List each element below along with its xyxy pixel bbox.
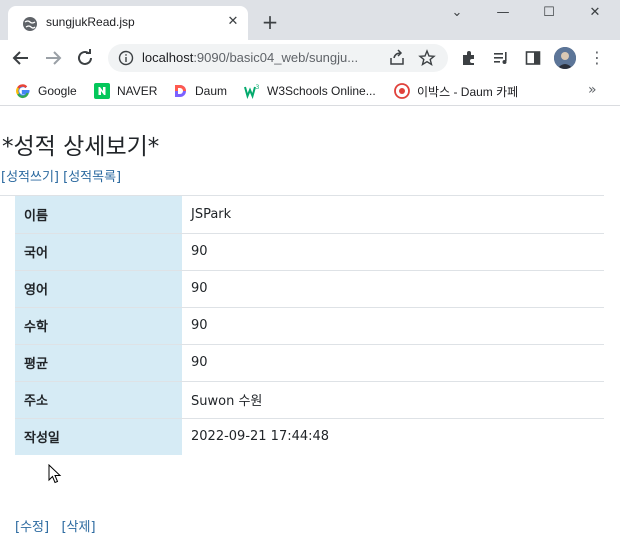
- browser-tab[interactable]: sungjukRead.jsp ✕: [8, 6, 248, 40]
- row-value-date: 2022-09-21 17:44:48: [191, 429, 330, 445]
- tab-search-icon[interactable]: ⌄: [434, 4, 480, 24]
- minimize-button[interactable]: —: [480, 4, 526, 24]
- bookmark-label: Daum: [195, 84, 228, 98]
- tab-title: sungjukRead.jsp: [46, 15, 135, 29]
- page-title: *성적 상세보기*: [2, 134, 160, 160]
- google-icon: [16, 84, 30, 99]
- mouse-cursor-icon: [48, 464, 62, 484]
- new-tab-button[interactable]: +: [260, 12, 280, 32]
- menu-icon[interactable]: ⋮: [588, 47, 606, 69]
- back-button[interactable]: [10, 47, 32, 69]
- star-icon[interactable]: [418, 49, 436, 67]
- w3schools-icon: 3: [244, 84, 260, 99]
- row-label-name: 이름: [15, 196, 182, 234]
- more-bookmarks-icon[interactable]: »: [588, 82, 597, 98]
- globe-icon: [23, 17, 37, 31]
- profile-avatar[interactable]: [554, 47, 576, 69]
- bookmark-google[interactable]: Google: [15, 82, 77, 100]
- bottom-links: [수정] [삭제]: [15, 516, 96, 535]
- bookmark-label: 이박스 - Daum 카페: [417, 84, 519, 99]
- daum-icon: [175, 85, 186, 97]
- table-row: 평균 90: [15, 344, 604, 382]
- tab-strip: sungjukRead.jsp ✕ + ⌄ — ☐ ✕: [0, 0, 620, 40]
- table-row: 작성일 2022-09-21 17:44:48: [15, 418, 604, 455]
- table-row: 주소 Suwon 수원: [15, 381, 604, 419]
- edit-link[interactable]: [수정]: [15, 520, 49, 535]
- bookmark-label: NAVER: [117, 84, 158, 98]
- browser-toolbar: localhost:9090/basic04_web/sungju... ⋮: [0, 40, 620, 76]
- row-label-date: 작성일: [15, 418, 182, 455]
- cafe-icon: [394, 83, 410, 99]
- arrow-left-icon: [12, 51, 28, 65]
- row-value-average: 90: [182, 344, 604, 382]
- row-label-korean: 국어: [15, 233, 182, 271]
- maximize-button[interactable]: ☐: [526, 4, 572, 24]
- row-value-english: 90: [182, 270, 604, 308]
- row-value-korean: 90: [182, 233, 604, 271]
- url-path: :9090/basic04_web/sungju...: [193, 50, 359, 65]
- table-row: 이름 JSPark: [15, 196, 604, 234]
- bookmark-label: Google: [38, 84, 77, 98]
- naver-icon: [94, 83, 110, 99]
- media-list-icon[interactable]: [492, 49, 510, 67]
- address-bar[interactable]: localhost:9090/basic04_web/sungju...: [108, 44, 448, 72]
- delete-link[interactable]: [삭제]: [61, 520, 95, 535]
- bookmark-naver[interactable]: NAVER: [94, 82, 157, 100]
- row-label-address: 주소: [15, 381, 182, 419]
- row-value-name: JSPark: [182, 196, 604, 234]
- arrow-right-icon: [46, 51, 62, 65]
- page-content: *성적 상세보기* [성적쓰기] [성적목록] 이름 JSPark 국어 90 …: [0, 107, 620, 555]
- write-score-link[interactable]: [성적쓰기]: [1, 170, 59, 185]
- bookmark-w3schools[interactable]: 3 W3Schools Online...: [244, 82, 376, 100]
- bookmarks-bar: Google NAVER Daum 3 W3Schools Online... …: [0, 76, 620, 106]
- table-row: 영어 90: [15, 270, 604, 308]
- table-row: 수학 90: [15, 307, 604, 345]
- reload-icon: [78, 49, 92, 65]
- puzzle-icon[interactable]: [460, 49, 478, 67]
- row-value-address: Suwon 수원: [182, 381, 604, 419]
- top-links: [성적쓰기] [성적목록]: [1, 166, 121, 185]
- row-label-math: 수학: [15, 307, 182, 345]
- url-host: localhost: [142, 50, 194, 65]
- forward-button[interactable]: [42, 47, 64, 69]
- bookmark-cafe[interactable]: 이박스 - Daum 카페: [394, 82, 518, 100]
- row-label-english: 영어: [15, 270, 182, 308]
- svg-text:3: 3: [256, 84, 260, 91]
- share-icon[interactable]: [388, 49, 406, 67]
- avatar-icon: [554, 47, 576, 69]
- side-panel-icon[interactable]: [524, 49, 542, 67]
- table-row: 국어 90: [15, 233, 604, 271]
- info-icon[interactable]: [118, 50, 134, 66]
- score-detail-table: 이름 JSPark 국어 90 영어 90 수학 90 평균 90 주소 Suw…: [15, 196, 604, 455]
- reload-button[interactable]: [74, 47, 96, 69]
- bookmark-daum[interactable]: Daum: [172, 82, 227, 100]
- row-value-math: 90: [182, 307, 604, 345]
- close-tab-icon[interactable]: ✕: [226, 15, 240, 29]
- score-list-link[interactable]: [성적목록]: [63, 170, 121, 185]
- bookmark-label: W3Schools Online...: [267, 84, 376, 98]
- url-text[interactable]: localhost:9090/basic04_web/sungju...: [142, 50, 358, 65]
- close-window-button[interactable]: ✕: [572, 4, 618, 24]
- row-label-average: 평균: [15, 344, 182, 382]
